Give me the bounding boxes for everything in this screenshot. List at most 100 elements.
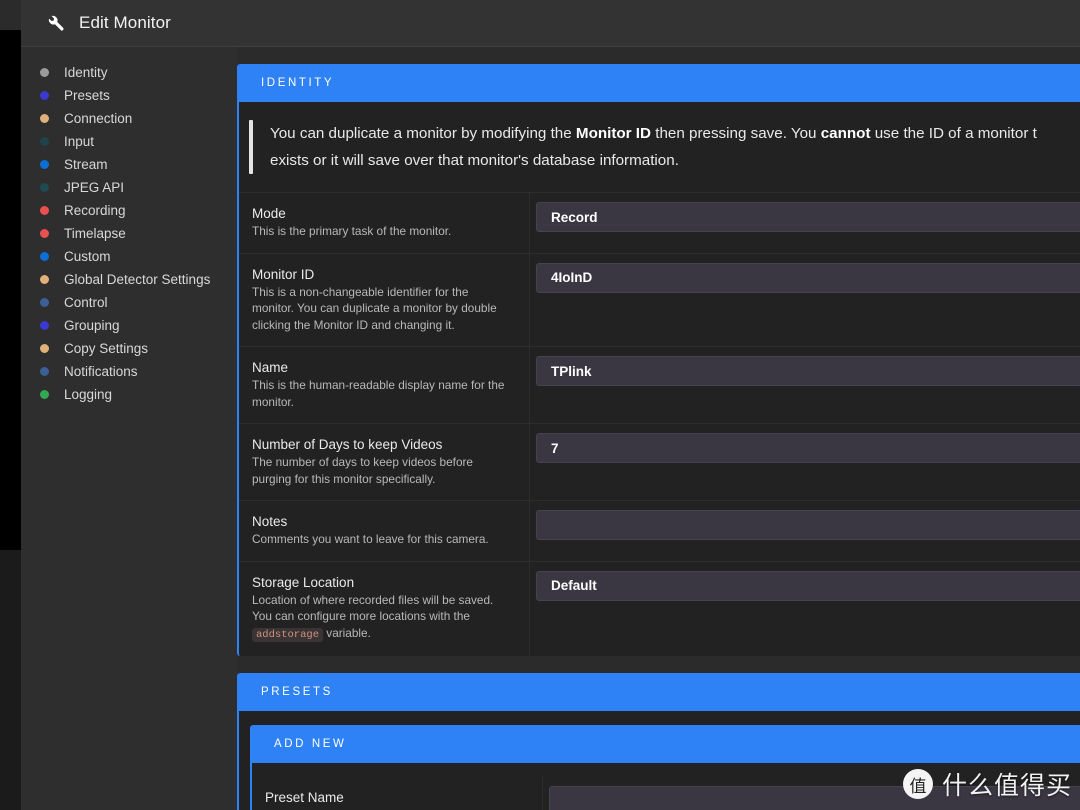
sidebar-item-label: Control <box>64 295 108 310</box>
label-title: Number of Days to keep Videos <box>252 437 443 452</box>
form-label-notes: Notes Comments you want to leave for thi… <box>239 501 529 561</box>
info-banner: You can duplicate a monitor by modifying… <box>239 102 1080 192</box>
label-desc: The number of days to keep videos before… <box>252 455 473 486</box>
banner-line1-a: You can duplicate a monitor by modifying… <box>270 125 576 142</box>
sidebar-item-label: Recording <box>64 203 126 218</box>
identity-card-header: IDENTITY <box>239 64 1080 102</box>
form-row-mode: Mode This is the primary task of the mon… <box>239 192 1080 253</box>
app-window: Edit Monitor Identity Presets Connection <box>21 0 1080 810</box>
sidebar-item-custom[interactable]: Custom <box>21 245 237 268</box>
label-desc: This is a non-changeable identifier for … <box>252 284 497 332</box>
form-label-monitor-id: Monitor ID This is a non-changeable iden… <box>239 254 529 347</box>
label-title: Mode <box>252 206 286 221</box>
banner-line1-c: then pressing save. You <box>651 125 821 142</box>
status-dot-icon <box>40 321 49 330</box>
sidebar-nav: Identity Presets Connection Input Stream <box>21 47 237 810</box>
status-dot-icon <box>40 344 49 353</box>
status-dot-icon <box>40 298 49 307</box>
name-input[interactable]: TPlink <box>536 356 1080 386</box>
sidebar-item-grouping[interactable]: Grouping <box>21 314 237 337</box>
form-row-storage-location: Storage Location Location of where recor… <box>239 560 1080 657</box>
days-to-keep-videos-input[interactable]: 7 <box>536 433 1080 463</box>
label-desc: Location of where recorded files will be… <box>252 592 511 644</box>
status-dot-icon <box>40 183 49 192</box>
sidebar-item-logging[interactable]: Logging <box>21 383 237 406</box>
sidebar-item-stream[interactable]: Stream <box>21 153 237 176</box>
form-label-days-to-keep-videos: Number of Days to keep Videos The number… <box>239 424 529 500</box>
sidebar-item-label: Grouping <box>64 318 120 333</box>
label-title: Name <box>252 360 289 375</box>
banner-text: You can duplicate a monitor by modifying… <box>253 120 1037 174</box>
banner-line1-e: use the ID of a monitor t <box>870 125 1037 142</box>
label-desc: This is the human-readable display name … <box>252 378 505 409</box>
label-title: Monitor ID <box>252 266 315 282</box>
label-title: Notes <box>252 514 288 529</box>
sidebar-item-connection[interactable]: Connection <box>21 107 237 130</box>
sidebar-item-label: Input <box>64 134 95 149</box>
form-row-monitor-id: Monitor ID This is a non-changeable iden… <box>239 252 1080 347</box>
form-row-days-to-keep-videos: Number of Days to keep Videos The number… <box>239 423 1080 500</box>
form-label-preset-name: Preset Name <box>252 777 542 810</box>
form-row-name: Name This is the human-readable display … <box>239 346 1080 423</box>
sidebar-item-label: Timelapse <box>64 226 126 241</box>
add-new-card-header: ADD NEW <box>252 725 1080 763</box>
sidebar-item-presets[interactable]: Presets <box>21 84 237 107</box>
status-dot-icon <box>40 160 49 169</box>
mode-select[interactable]: Record <box>536 202 1080 232</box>
sidebar-item-control[interactable]: Control <box>21 291 237 314</box>
status-dot-icon <box>40 91 49 100</box>
main-content: IDENTITY You can duplicate a monitor by … <box>237 47 1080 810</box>
sidebar-item-input[interactable]: Input <box>21 130 237 153</box>
status-dot-icon <box>40 114 49 123</box>
identity-card-body: You can duplicate a monitor by modifying… <box>239 102 1080 656</box>
label-desc: This is the primary task of the monitor. <box>252 224 452 238</box>
presets-card-header: PRESETS <box>239 673 1080 711</box>
identity-card: IDENTITY You can duplicate a monitor by … <box>237 64 1080 656</box>
form-row-notes: Notes Comments you want to leave for thi… <box>239 500 1080 561</box>
sidebar-item-label: Stream <box>64 157 108 172</box>
status-dot-icon <box>40 137 49 146</box>
label-desc-a: Location of where recorded files will be… <box>252 592 494 624</box>
sidebar-item-global-detector-settings[interactable]: Global Detector Settings <box>21 268 237 291</box>
status-dot-icon <box>40 206 49 215</box>
desktop-strip-bottom <box>0 550 21 810</box>
sidebar-item-jpeg-api[interactable]: JPEG API <box>21 176 237 199</box>
wrench-icon <box>47 14 65 32</box>
sidebar-item-identity[interactable]: Identity <box>21 61 237 84</box>
sidebar-item-label: Logging <box>64 387 113 402</box>
sidebar-item-label: Copy Settings <box>64 341 149 356</box>
sidebar-item-recording[interactable]: Recording <box>21 199 237 222</box>
form-label-mode: Mode This is the primary task of the mon… <box>239 193 529 253</box>
sidebar-item-label: Global Detector Settings <box>64 272 211 287</box>
screenshot-root: Edit Monitor Identity Presets Connection <box>0 0 1080 810</box>
sidebar-item-label: JPEG API <box>64 180 125 195</box>
label-title: Preset Name <box>265 790 344 805</box>
label-desc-b: variable. <box>323 625 371 640</box>
form-label-storage-location: Storage Location Location of where recor… <box>239 562 529 657</box>
window-body: Identity Presets Connection Input Stream <box>21 47 1080 810</box>
banner-cannot-bold: cannot <box>820 125 871 142</box>
sidebar-item-label: Identity <box>64 65 108 80</box>
banner-line2: exists or it will save over that monitor… <box>270 152 679 169</box>
notes-input[interactable] <box>536 510 1080 540</box>
storage-location-select[interactable]: Default <box>536 570 1080 601</box>
status-dot-icon <box>40 390 49 399</box>
monitor-id-input[interactable]: 4IoInD <box>536 262 1080 293</box>
sidebar-item-copy-settings[interactable]: Copy Settings <box>21 337 237 360</box>
form-control-days-to-keep-videos: 7 <box>529 424 1080 500</box>
sidebar-item-notifications[interactable]: Notifications <box>21 360 237 383</box>
form-label-name: Name This is the human-readable display … <box>239 347 529 423</box>
watermark-text: 什么值得买 <box>941 771 1072 800</box>
label-desc: Comments you want to leave for this came… <box>252 532 489 546</box>
sidebar-item-label: Presets <box>64 88 110 103</box>
sidebar-item-timelapse[interactable]: Timelapse <box>21 222 237 245</box>
form-control-mode: Record <box>529 193 1080 253</box>
form-control-monitor-id: 4IoInD <box>529 253 1080 346</box>
desktop-strip-top <box>0 0 21 30</box>
form-control-name: TPlink <box>529 347 1080 423</box>
window-titlebar: Edit Monitor <box>21 0 1080 47</box>
status-dot-icon <box>40 252 49 261</box>
addstorage-code-chip: addstorage <box>252 627 324 642</box>
status-dot-icon <box>40 68 49 77</box>
sidebar-item-label: Connection <box>64 111 133 126</box>
